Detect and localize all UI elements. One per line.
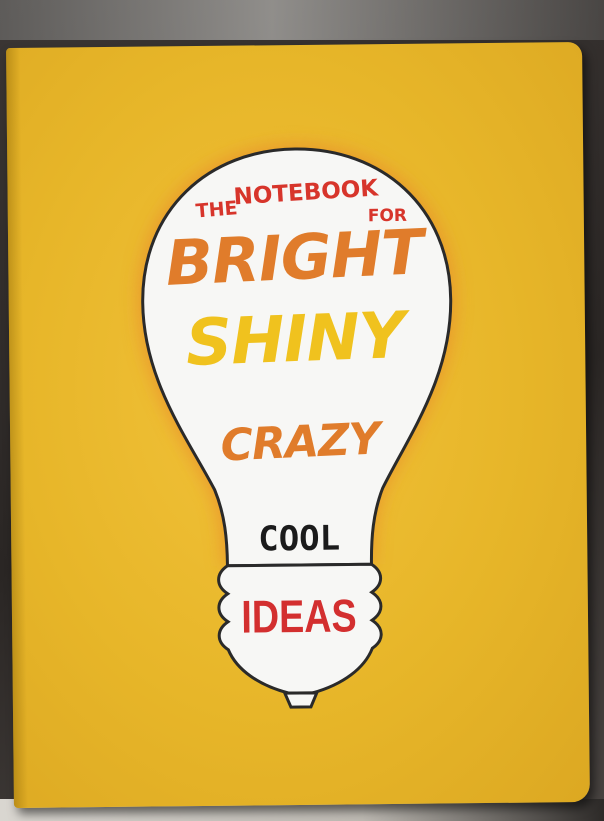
cover-word-bright: BRIGHT xyxy=(164,215,425,300)
cover-word-ideas: IDEAS xyxy=(241,589,357,643)
cover-word-shiny: SHINY xyxy=(184,299,406,382)
cover-word-the: THE xyxy=(194,197,239,223)
cover-word-crazy: CRAZY xyxy=(219,413,381,472)
cover-word-cool: COOL xyxy=(258,518,341,560)
background-desk-top xyxy=(0,0,604,40)
notebook-cover: THE NOTEBOOK FOR BRIGHT SHINY CRAZY COOL… xyxy=(6,42,590,808)
